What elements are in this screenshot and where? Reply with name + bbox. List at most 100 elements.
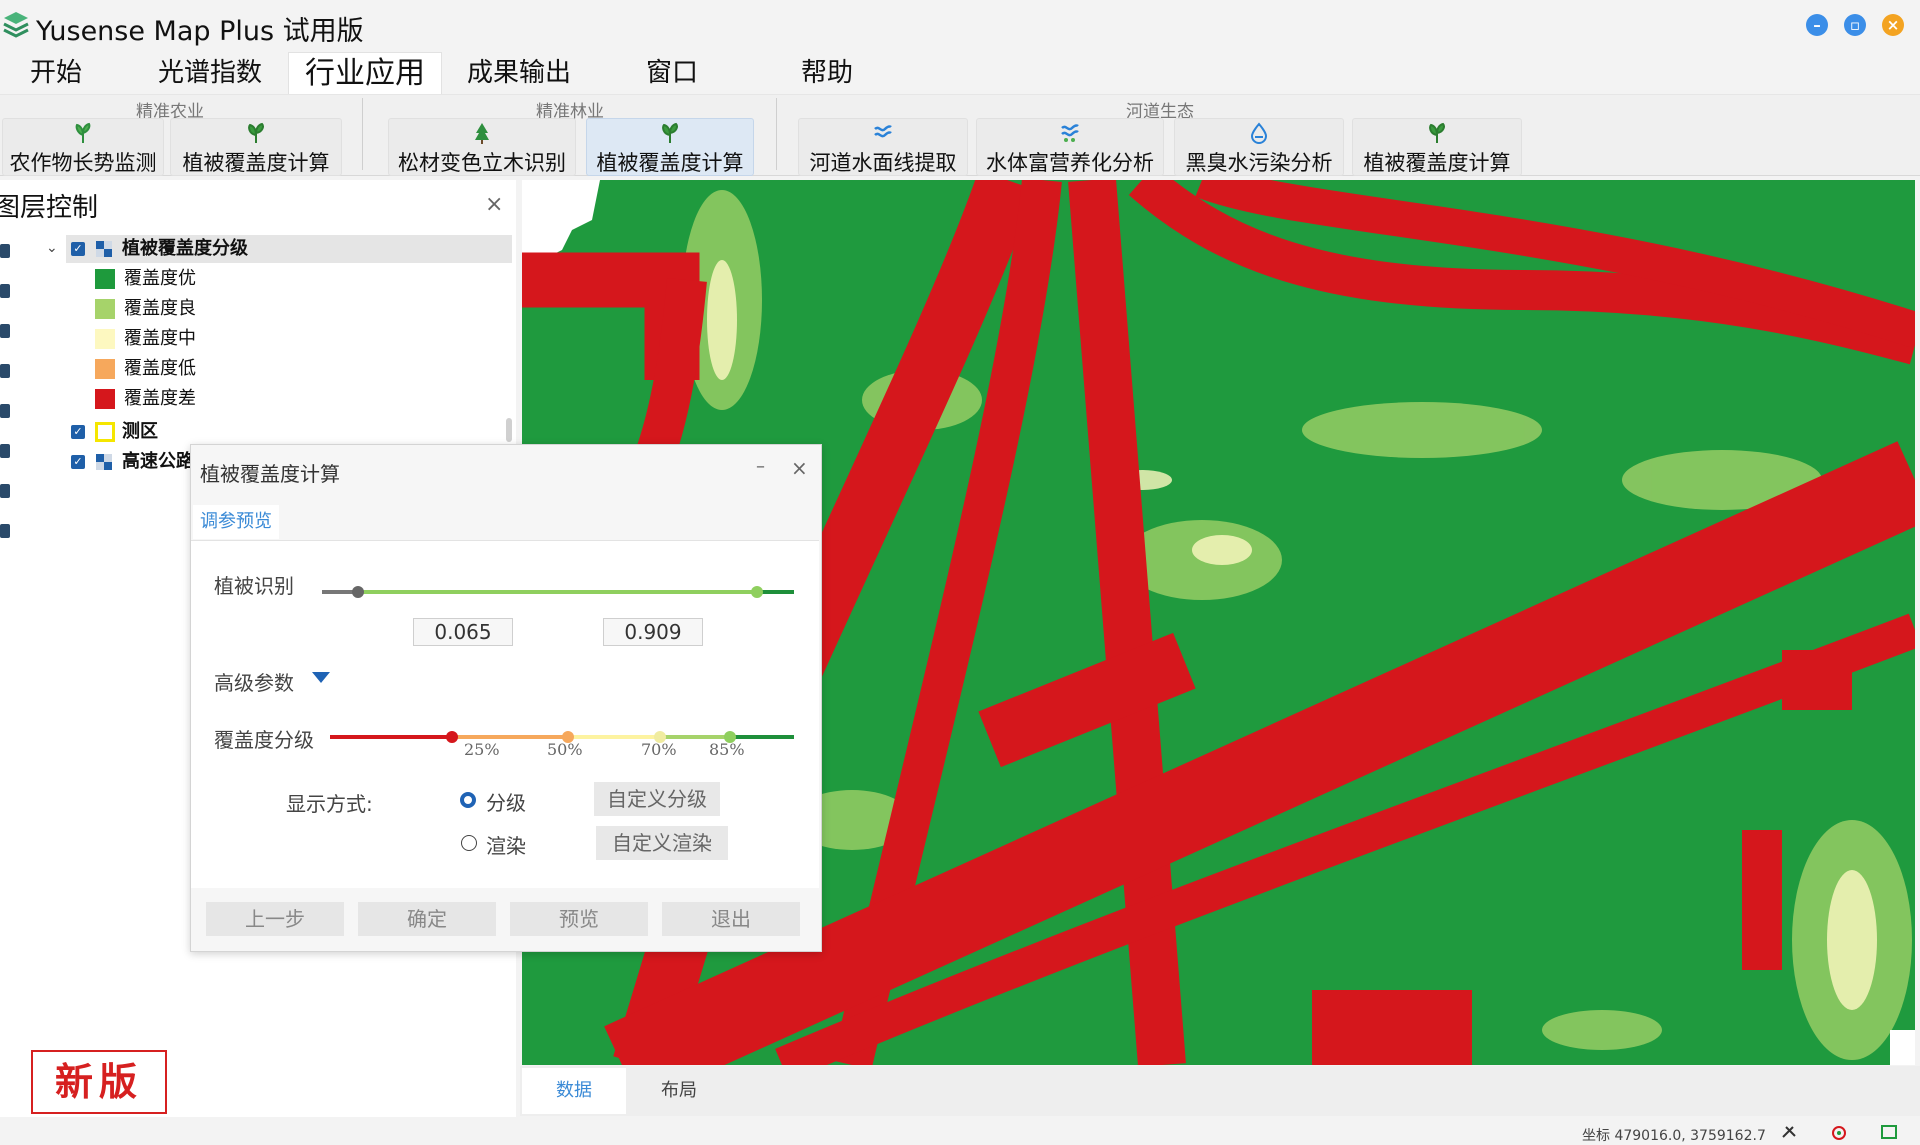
grade-segment-excellent <box>730 735 794 739</box>
custom-grading-button[interactable]: 自定义分级 <box>594 782 720 816</box>
legend-swatch <box>95 269 115 289</box>
gps-signal-icon[interactable] <box>1830 1124 1848 1140</box>
river-waterline-button[interactable]: 河道水面线提取 <box>798 118 968 176</box>
eutrophication-button[interactable]: 水体富营养化分析 <box>976 118 1164 176</box>
pine-tree-icon <box>475 123 489 144</box>
radio-graded[interactable] <box>460 792 476 808</box>
pine-discolor-detect-button[interactable]: 松材变色立木识别 <box>388 118 576 176</box>
triangle-down-icon[interactable] <box>312 672 330 683</box>
layer-panel-title: 图层控制 <box>0 193 99 223</box>
prev-step-button[interactable]: 上一步 <box>206 902 344 936</box>
grade-segment-poor <box>330 735 452 739</box>
veg-coverage-calc-button-ag[interactable]: 植被覆盖度计算 <box>170 118 342 176</box>
tab-start[interactable]: 开始 <box>22 52 90 94</box>
close-button[interactable]: × <box>1882 14 1904 36</box>
layer-tool-icon[interactable] <box>0 244 10 258</box>
radio-render[interactable] <box>461 835 477 851</box>
crop-growth-monitor-label: 农作物长势监测 <box>9 151 157 175</box>
veg-coverage-calc-label: 植被覆盖度计算 <box>182 151 330 175</box>
layer-checkbox[interactable]: ✓ <box>71 455 85 469</box>
crop-growth-monitor-button[interactable]: 农作物长势监测 <box>2 118 164 176</box>
veg-identify-max-handle[interactable] <box>751 586 763 598</box>
pine-discolor-detect-label: 松材变色立木识别 <box>398 151 566 175</box>
maximize-button[interactable]: ▫ <box>1844 14 1866 36</box>
veg-identify-label: 植被识别 <box>214 574 294 598</box>
exit-button[interactable]: 退出 <box>662 902 800 936</box>
dialog-minimize-icon[interactable]: – <box>756 456 765 477</box>
status-coordinates: 坐标 479016.0, 3759162.7 <box>1582 1128 1766 1144</box>
layer-checkbox[interactable]: ✓ <box>71 425 85 439</box>
layer-checkbox[interactable]: ✓ <box>71 242 85 256</box>
custom-render-button[interactable]: 自定义渲染 <box>596 826 728 860</box>
tab-help[interactable]: 帮助 <box>795 52 859 94</box>
group-separator <box>776 98 777 170</box>
tab-industry-apps[interactable]: 行业应用 <box>288 52 442 95</box>
legend-label: 覆盖度中 <box>124 328 196 349</box>
tab-window[interactable]: 窗口 <box>640 52 704 94</box>
layer-tool-icon[interactable] <box>0 404 10 418</box>
tab-layout[interactable]: 布局 <box>626 1068 732 1114</box>
water-drop-icon <box>1250 122 1268 144</box>
grade-tick-label: 25% <box>464 740 500 759</box>
sprout-icon <box>248 122 264 143</box>
legend-swatch <box>95 359 115 379</box>
grade-tick-label: 85% <box>709 740 745 759</box>
black-odor-water-button[interactable]: 黑臭水污染分析 <box>1174 118 1344 176</box>
veg-identify-track-range[interactable] <box>358 590 758 594</box>
grade-handle-25[interactable] <box>446 731 458 743</box>
layer-tool-icon[interactable] <box>0 284 10 298</box>
sprout-icon <box>662 122 678 143</box>
layer-tool-icon[interactable] <box>0 484 10 498</box>
tab-output[interactable]: 成果输出 <box>464 52 574 94</box>
legend-swatch <box>95 329 115 349</box>
tab-data[interactable]: 数据 <box>522 1068 626 1114</box>
layer-tool-strip <box>0 232 14 552</box>
polygon-layer-icon <box>95 422 115 442</box>
grade-segment-low <box>452 735 568 739</box>
satellite-icon[interactable] <box>1780 1124 1798 1140</box>
sprout-icon <box>1429 122 1445 143</box>
layer-tool-icon[interactable] <box>0 364 10 378</box>
coverage-grading-label: 覆盖度分级 <box>214 728 314 752</box>
confirm-button[interactable]: 确定 <box>358 902 496 936</box>
layer-tool-icon[interactable] <box>0 524 10 538</box>
veg-coverage-calc-button-forest[interactable]: 植被覆盖度计算 <box>586 118 754 176</box>
veg-identify-track-right <box>758 590 794 594</box>
dialog-close-icon[interactable]: × <box>791 456 808 480</box>
tab-spectral-index[interactable]: 光谱指数 <box>155 52 265 94</box>
black-odor-water-label: 黑臭水污染分析 <box>1185 151 1333 175</box>
water-algae-icon <box>1061 124 1079 142</box>
crop-leaf-icon <box>75 122 91 143</box>
veg-identify-min-handle[interactable] <box>352 586 364 598</box>
grade-segment-good <box>660 735 730 739</box>
layer-name: 植被覆盖度分级 <box>122 238 248 259</box>
grade-segment-medium <box>568 735 660 739</box>
layer-name: 测区 <box>122 421 158 442</box>
layer-panel-scrollbar[interactable] <box>506 418 512 442</box>
veg-min-value-field[interactable]: 0.065 <box>413 618 513 646</box>
new-version-stamp: 新版 <box>31 1050 167 1114</box>
app-title: Yusense Map Plus 试用版 <box>36 16 364 47</box>
legend-label: 覆盖度低 <box>124 358 196 379</box>
legend-label: 覆盖度优 <box>124 268 196 289</box>
water-wave-icon <box>874 125 892 138</box>
grade-tick-label: 50% <box>547 740 583 759</box>
layers-status-icon[interactable] <box>1880 1124 1898 1140</box>
display-mode-label: 显示方式: <box>286 792 373 816</box>
veg-coverage-calc-label: 植被覆盖度计算 <box>1363 151 1511 175</box>
minimize-button[interactable]: – <box>1806 14 1828 36</box>
advanced-params-label[interactable]: 高级参数 <box>214 667 294 696</box>
group-separator <box>362 98 363 170</box>
radio-graded-label: 分级 <box>486 791 526 815</box>
app-logo-icon <box>3 12 29 38</box>
legend-label: 覆盖度良 <box>124 298 196 319</box>
chevron-down-icon[interactable]: ⌄ <box>46 240 58 256</box>
veg-max-value-field[interactable]: 0.909 <box>603 618 703 646</box>
preview-button[interactable]: 预览 <box>510 902 648 936</box>
layer-tool-icon[interactable] <box>0 324 10 338</box>
layer-panel-close-icon[interactable]: × <box>485 192 503 217</box>
tab-param-preview[interactable]: 调参预览 <box>193 505 279 539</box>
veg-coverage-calc-button-river[interactable]: 植被覆盖度计算 <box>1352 118 1522 176</box>
dialog-title: 植被覆盖度计算 <box>200 462 340 486</box>
layer-tool-icon[interactable] <box>0 444 10 458</box>
